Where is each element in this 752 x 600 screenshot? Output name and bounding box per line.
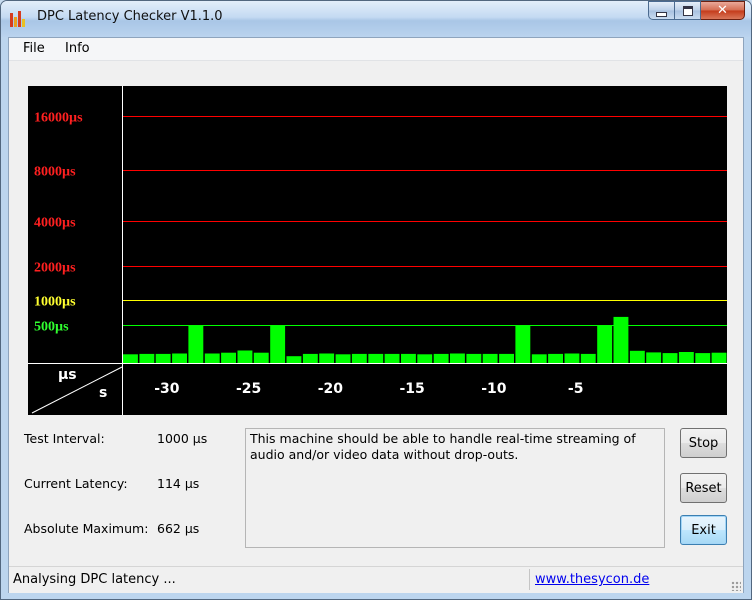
app-window: DPC Latency Checker V1.1.0 ✕ File Info 1… (0, 0, 752, 600)
title-bar[interactable]: DPC Latency Checker V1.1.0 ✕ (1, 1, 751, 37)
x-tick-label: -25 (236, 381, 261, 397)
y-tick-label: 4000µs (34, 216, 76, 231)
status-separator (529, 569, 530, 590)
website-link[interactable]: www.thesycon.de (535, 572, 649, 587)
latency-bar (204, 353, 220, 363)
latency-bar (433, 353, 449, 363)
latency-bar (646, 352, 662, 363)
latency-bar (172, 353, 187, 363)
latency-bar (253, 352, 269, 363)
latency-bar (548, 353, 563, 363)
test-interval-label: Test Interval: (24, 431, 105, 446)
latency-bar (711, 352, 727, 363)
caption-buttons: ✕ (648, 1, 745, 22)
minimize-button[interactable] (648, 1, 675, 20)
y-tick-label: 2000µs (34, 261, 76, 276)
latency-bar (564, 353, 580, 363)
latency-graph: 16000µs 8000µs 4000µs 2000µs 1000µs 500µs µs s -… (28, 86, 727, 415)
x-tick-label: -10 (481, 381, 507, 397)
maximize-icon (682, 5, 693, 16)
stop-button[interactable]: Stop (680, 428, 727, 458)
minimize-icon (656, 11, 667, 17)
absolute-maximum-label: Absolute Maximum: (24, 521, 149, 536)
latency-bar (368, 353, 384, 363)
latency-bar (613, 316, 629, 363)
current-latency-label: Current Latency: (24, 476, 128, 491)
latency-bar (417, 354, 433, 363)
reset-button[interactable]: Reset (680, 473, 727, 503)
latency-bar (662, 353, 678, 363)
x-tick-label: -15 (399, 381, 424, 397)
latency-bar (580, 353, 596, 363)
absolute-maximum-value: 662 µs (157, 521, 200, 536)
app-icon (10, 11, 25, 27)
latency-bar (351, 353, 367, 363)
y-tick-label: 1000µs (34, 295, 76, 310)
latency-bar (597, 325, 613, 363)
latency-bar (450, 353, 465, 363)
latency-bar (188, 325, 204, 363)
menu-file[interactable]: File (23, 41, 45, 56)
x-tick-label: -30 (154, 381, 180, 397)
close-button[interactable]: ✕ (701, 1, 745, 20)
result-message: This machine should be able to handle re… (245, 428, 665, 548)
latency-bar (302, 353, 318, 363)
x-unit-label: s (99, 385, 107, 401)
maximize-button[interactable] (675, 1, 701, 20)
status-text: Analysing DPC latency ... (13, 572, 176, 587)
latency-bar (531, 354, 547, 363)
y-unit-label: µs (58, 367, 77, 383)
latency-bar (335, 354, 351, 363)
close-icon: ✕ (717, 3, 728, 18)
current-latency-value: 114 µs (157, 476, 200, 491)
latency-bar (466, 353, 482, 363)
y-tick-label: 16000µs (34, 111, 83, 126)
client-area: File Info 16000µs 8000µs 4000µs 2000µs 1000µ… (8, 37, 744, 593)
latency-bar (270, 325, 286, 363)
latency-bar (221, 352, 236, 363)
x-tick-label: -20 (318, 381, 344, 397)
y-tick-label: 500µs (34, 320, 69, 335)
latency-bar (286, 356, 302, 363)
latency-bar (319, 353, 335, 363)
latency-bar (237, 350, 253, 363)
latency-chart: 16000µs 8000µs 4000µs 2000µs 1000µs 500µs µs s -… (28, 86, 727, 415)
latency-bar (482, 353, 498, 363)
corner-diagonal (31, 366, 123, 414)
latency-bar (499, 353, 514, 363)
exit-button[interactable]: Exit (680, 515, 727, 545)
menu-bar: File Info (9, 38, 743, 61)
window-title: DPC Latency Checker V1.1.0 (37, 9, 223, 24)
latency-bar (155, 353, 171, 363)
y-tick-label: 8000µs (34, 165, 76, 180)
latency-bar (515, 325, 531, 363)
latency-bar (123, 354, 138, 363)
test-interval-value: 1000 µs (157, 431, 208, 446)
latency-bar (695, 353, 711, 363)
latency-bar (401, 353, 416, 363)
latency-bar (678, 352, 694, 363)
menu-info[interactable]: Info (65, 41, 90, 56)
latency-bar (629, 350, 645, 363)
latency-bar (384, 353, 400, 363)
x-tick-label: -5 (568, 381, 584, 397)
latency-bar (139, 353, 155, 363)
status-bar: Analysing DPC latency ... www.thesycon.d… (9, 566, 743, 593)
resize-grip[interactable] (731, 581, 741, 591)
